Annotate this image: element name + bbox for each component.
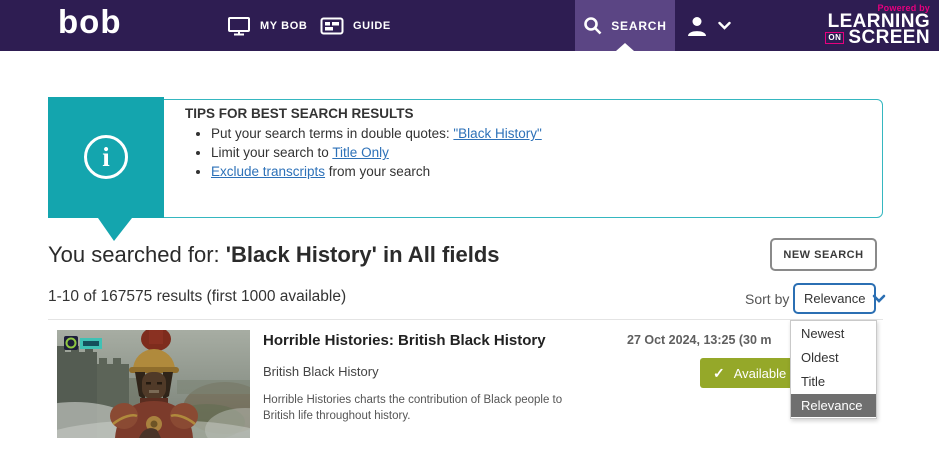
sort-by-label: Sort by — [745, 291, 790, 307]
tips-pointer-tail — [98, 218, 132, 241]
sort-select[interactable]: Relevance — [793, 283, 886, 314]
tips-link-black-history[interactable]: "Black History" — [453, 126, 541, 141]
result-datetime: 27 Oct 2024, 13:25 (30 m — [627, 333, 772, 347]
result-description: Horrible Histories charts the contributi… — [263, 394, 563, 422]
page-title: You searched for: 'Black History' in All… — [48, 242, 500, 268]
brand-screen-label: SCREEN — [848, 27, 930, 48]
sort-option-relevance[interactable]: Relevance — [791, 394, 876, 417]
tips-item-title-only: Limit your search to Title Only — [211, 146, 871, 160]
tab-search-active[interactable]: SEARCH — [575, 0, 675, 51]
new-search-button[interactable]: NEW SEARCH — [770, 238, 877, 271]
tips-item-text: from your search — [325, 164, 431, 179]
info-icon: i — [84, 135, 128, 179]
check-icon: ✓ — [713, 364, 725, 381]
nav-guide-label: GUIDE — [353, 19, 391, 32]
chevron-down-icon — [872, 294, 886, 303]
result-thumbnail[interactable] — [57, 330, 250, 438]
sort-option-oldest[interactable]: Oldest — [791, 346, 876, 369]
search-tips-callout: i TIPS FOR BEST SEARCH RESULTS Put your … — [48, 97, 883, 241]
tips-item-text: Limit your search to — [211, 145, 333, 160]
tab-search-label: SEARCH — [611, 18, 667, 33]
result-title[interactable]: Horrible Histories: British Black Histor… — [263, 332, 546, 349]
learning-on-screen-logo: Powered by LEARNING ON SCREEN — [825, 3, 930, 48]
top-navigation-bar: bob MY BOB GUIDE SEARCH Powered by LEARN… — [0, 0, 939, 51]
nav-my-bob-label: MY BOB — [260, 19, 308, 32]
tips-title: TIPS FOR BEST SEARCH RESULTS — [185, 106, 414, 121]
nav-my-bob[interactable]: MY BOB — [227, 0, 307, 51]
page-title-prefix: You searched for: — [48, 242, 226, 267]
tips-item-text: Put your search terms in double quotes: — [211, 126, 454, 141]
tips-item-quotes: Put your search terms in double quotes: … — [211, 127, 871, 141]
monitor-icon — [227, 16, 251, 36]
sort-dropdown-menu: Newest Oldest Title Relevance — [790, 320, 877, 419]
account-menu[interactable] — [678, 0, 738, 51]
tips-link-exclude-transcripts[interactable]: Exclude transcripts — [211, 164, 325, 179]
page-title-query: 'Black History' in All fields — [225, 242, 500, 267]
results-divider — [48, 319, 883, 320]
sort-select-value: Relevance — [804, 291, 866, 306]
brand-on-label: ON — [825, 32, 845, 44]
result-subtitle: British Black History — [263, 364, 379, 379]
tips-item-exclude-transcripts: Exclude transcripts from your search — [211, 165, 871, 179]
tv-guide-icon — [320, 17, 344, 35]
sort-option-title[interactable]: Title — [791, 370, 876, 393]
chevron-down-icon — [718, 21, 731, 30]
search-icon — [583, 16, 603, 36]
bob-logo[interactable]: bob — [58, 3, 121, 41]
active-tab-caret — [616, 43, 634, 51]
nav-guide[interactable]: GUIDE — [320, 0, 391, 51]
results-count: 1-10 of 167575 results (first 1000 avail… — [48, 288, 347, 305]
tips-link-title-only[interactable]: Title Only — [332, 145, 389, 160]
user-icon — [685, 14, 709, 38]
sort-option-newest[interactable]: Newest — [791, 322, 876, 345]
tips-list: Put your search terms in double quotes: … — [211, 127, 871, 179]
